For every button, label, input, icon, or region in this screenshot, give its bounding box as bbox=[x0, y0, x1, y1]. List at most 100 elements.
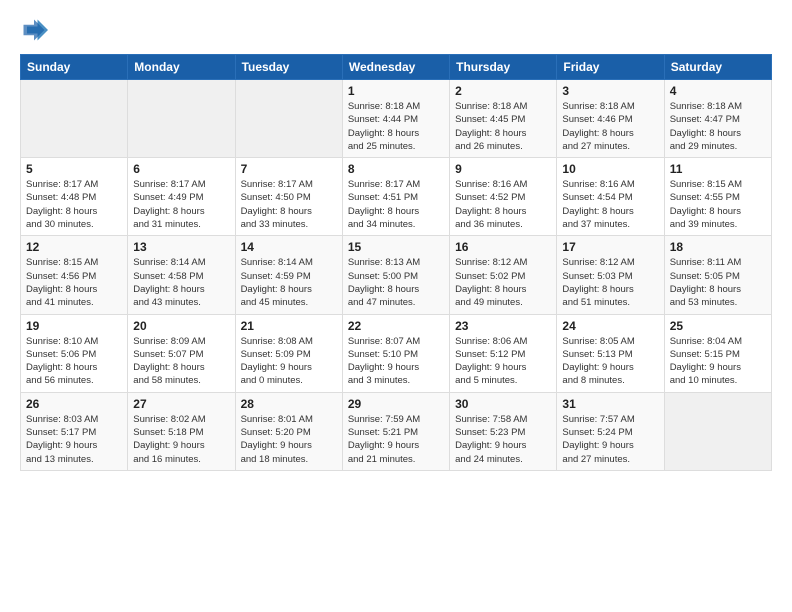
logo bbox=[20, 16, 52, 44]
calendar-cell: 24 Sunrise: 8:05 AM Sunset: 5:13 PM Dayli… bbox=[557, 314, 664, 392]
calendar-cell bbox=[128, 80, 235, 158]
day-number: 23 bbox=[455, 319, 551, 333]
calendar-cell: 5 Sunrise: 8:17 AM Sunset: 4:48 PM Daylig… bbox=[21, 158, 128, 236]
day-info: Sunrise: 8:14 AM Sunset: 4:58 PM Dayligh… bbox=[133, 256, 229, 309]
day-info: Sunrise: 8:02 AM Sunset: 5:18 PM Dayligh… bbox=[133, 413, 229, 466]
day-info: Sunrise: 8:16 AM Sunset: 4:54 PM Dayligh… bbox=[562, 178, 658, 231]
calendar-cell: 2Sunrise: 8:18 AM Sunset: 4:45 PM Daylig… bbox=[450, 80, 557, 158]
day-info: Sunrise: 8:16 AM Sunset: 4:52 PM Dayligh… bbox=[455, 178, 551, 231]
calendar-cell: 13 Sunrise: 8:14 AM Sunset: 4:58 PM Dayli… bbox=[128, 236, 235, 314]
day-number: 20 bbox=[133, 319, 229, 333]
weekday-header-thursday: Thursday bbox=[450, 55, 557, 80]
calendar-cell: 6 Sunrise: 8:17 AM Sunset: 4:49 PM Daylig… bbox=[128, 158, 235, 236]
calendar-cell: 23 Sunrise: 8:06 AM Sunset: 5:12 PM Dayli… bbox=[450, 314, 557, 392]
day-number: 25 bbox=[670, 319, 766, 333]
calendar-cell: 16 Sunrise: 8:12 AM Sunset: 5:02 PM Dayli… bbox=[450, 236, 557, 314]
day-info: Sunrise: 8:15 AM Sunset: 4:56 PM Dayligh… bbox=[26, 256, 122, 309]
day-info: Sunrise: 8:10 AM Sunset: 5:06 PM Dayligh… bbox=[26, 335, 122, 388]
day-number: 3 bbox=[562, 84, 658, 98]
day-number: 9 bbox=[455, 162, 551, 176]
day-number: 12 bbox=[26, 240, 122, 254]
calendar-cell: 11 Sunrise: 8:15 AM Sunset: 4:55 PM Dayli… bbox=[664, 158, 771, 236]
day-info: Sunrise: 8:03 AM Sunset: 5:17 PM Dayligh… bbox=[26, 413, 122, 466]
weekday-header-sunday: Sunday bbox=[21, 55, 128, 80]
day-info: Sunrise: 8:14 AM Sunset: 4:59 PM Dayligh… bbox=[241, 256, 337, 309]
calendar-cell: 21Sunrise: 8:08 AM Sunset: 5:09 PM Dayli… bbox=[235, 314, 342, 392]
day-info: Sunrise: 8:17 AM Sunset: 4:48 PM Dayligh… bbox=[26, 178, 122, 231]
day-number: 5 bbox=[26, 162, 122, 176]
day-number: 21 bbox=[241, 319, 337, 333]
logo-icon bbox=[20, 16, 48, 44]
calendar-cell: 30 Sunrise: 7:58 AM Sunset: 5:23 PM Dayli… bbox=[450, 392, 557, 470]
day-info: Sunrise: 8:07 AM Sunset: 5:10 PM Dayligh… bbox=[348, 335, 444, 388]
calendar-cell bbox=[235, 80, 342, 158]
day-number: 7 bbox=[241, 162, 337, 176]
header bbox=[20, 16, 772, 44]
day-info: Sunrise: 8:17 AM Sunset: 4:51 PM Dayligh… bbox=[348, 178, 444, 231]
day-number: 14 bbox=[241, 240, 337, 254]
calendar-cell: 20 Sunrise: 8:09 AM Sunset: 5:07 PM Dayli… bbox=[128, 314, 235, 392]
day-info: Sunrise: 8:18 AM Sunset: 4:46 PM Dayligh… bbox=[562, 100, 658, 153]
day-info: Sunrise: 8:05 AM Sunset: 5:13 PM Dayligh… bbox=[562, 335, 658, 388]
day-info: Sunrise: 8:18 AM Sunset: 4:47 PM Dayligh… bbox=[670, 100, 766, 153]
day-number: 26 bbox=[26, 397, 122, 411]
day-number: 11 bbox=[670, 162, 766, 176]
calendar-cell: 10 Sunrise: 8:16 AM Sunset: 4:54 PM Dayli… bbox=[557, 158, 664, 236]
calendar-cell: 22 Sunrise: 8:07 AM Sunset: 5:10 PM Dayli… bbox=[342, 314, 449, 392]
day-number: 22 bbox=[348, 319, 444, 333]
day-number: 10 bbox=[562, 162, 658, 176]
day-info: Sunrise: 7:58 AM Sunset: 5:23 PM Dayligh… bbox=[455, 413, 551, 466]
day-info: Sunrise: 8:01 AM Sunset: 5:20 PM Dayligh… bbox=[241, 413, 337, 466]
calendar-cell: 18Sunrise: 8:11 AM Sunset: 5:05 PM Dayli… bbox=[664, 236, 771, 314]
day-info: Sunrise: 8:15 AM Sunset: 4:55 PM Dayligh… bbox=[670, 178, 766, 231]
page: SundayMondayTuesdayWednesdayThursdayFrid… bbox=[0, 0, 792, 612]
day-number: 8 bbox=[348, 162, 444, 176]
calendar-table: SundayMondayTuesdayWednesdayThursdayFrid… bbox=[20, 54, 772, 471]
calendar-cell: 12 Sunrise: 8:15 AM Sunset: 4:56 PM Dayli… bbox=[21, 236, 128, 314]
day-number: 30 bbox=[455, 397, 551, 411]
calendar-cell: 3 Sunrise: 8:18 AM Sunset: 4:46 PM Daylig… bbox=[557, 80, 664, 158]
day-info: Sunrise: 8:17 AM Sunset: 4:49 PM Dayligh… bbox=[133, 178, 229, 231]
weekday-header-tuesday: Tuesday bbox=[235, 55, 342, 80]
day-number: 6 bbox=[133, 162, 229, 176]
day-info: Sunrise: 8:11 AM Sunset: 5:05 PM Dayligh… bbox=[670, 256, 766, 309]
calendar-cell: 28Sunrise: 8:01 AM Sunset: 5:20 PM Dayli… bbox=[235, 392, 342, 470]
day-info: Sunrise: 8:09 AM Sunset: 5:07 PM Dayligh… bbox=[133, 335, 229, 388]
day-number: 24 bbox=[562, 319, 658, 333]
calendar-cell: 29Sunrise: 7:59 AM Sunset: 5:21 PM Dayli… bbox=[342, 392, 449, 470]
calendar-cell bbox=[664, 392, 771, 470]
calendar-cell: 7Sunrise: 8:17 AM Sunset: 4:50 PM Daylig… bbox=[235, 158, 342, 236]
weekday-header-friday: Friday bbox=[557, 55, 664, 80]
day-number: 1 bbox=[348, 84, 444, 98]
calendar-cell: 15 Sunrise: 8:13 AM Sunset: 5:00 PM Dayli… bbox=[342, 236, 449, 314]
day-number: 15 bbox=[348, 240, 444, 254]
calendar-cell: 14 Sunrise: 8:14 AM Sunset: 4:59 PM Dayli… bbox=[235, 236, 342, 314]
day-info: Sunrise: 8:12 AM Sunset: 5:03 PM Dayligh… bbox=[562, 256, 658, 309]
day-info: Sunrise: 8:18 AM Sunset: 4:44 PM Dayligh… bbox=[348, 100, 444, 153]
calendar-cell: 19 Sunrise: 8:10 AM Sunset: 5:06 PM Dayli… bbox=[21, 314, 128, 392]
day-info: Sunrise: 8:06 AM Sunset: 5:12 PM Dayligh… bbox=[455, 335, 551, 388]
calendar-cell: 27Sunrise: 8:02 AM Sunset: 5:18 PM Dayli… bbox=[128, 392, 235, 470]
calendar-cell: 9 Sunrise: 8:16 AM Sunset: 4:52 PM Daylig… bbox=[450, 158, 557, 236]
calendar-cell: 25 Sunrise: 8:04 AM Sunset: 5:15 PM Dayli… bbox=[664, 314, 771, 392]
weekday-header-monday: Monday bbox=[128, 55, 235, 80]
day-info: Sunrise: 7:57 AM Sunset: 5:24 PM Dayligh… bbox=[562, 413, 658, 466]
day-info: Sunrise: 8:04 AM Sunset: 5:15 PM Dayligh… bbox=[670, 335, 766, 388]
calendar-cell bbox=[21, 80, 128, 158]
calendar-cell: 8 Sunrise: 8:17 AM Sunset: 4:51 PM Daylig… bbox=[342, 158, 449, 236]
calendar-cell: 17 Sunrise: 8:12 AM Sunset: 5:03 PM Dayli… bbox=[557, 236, 664, 314]
calendar-cell: 26 Sunrise: 8:03 AM Sunset: 5:17 PM Dayli… bbox=[21, 392, 128, 470]
day-number: 19 bbox=[26, 319, 122, 333]
calendar-cell: 1 Sunrise: 8:18 AM Sunset: 4:44 PM Daylig… bbox=[342, 80, 449, 158]
day-number: 13 bbox=[133, 240, 229, 254]
day-number: 31 bbox=[562, 397, 658, 411]
day-number: 16 bbox=[455, 240, 551, 254]
weekday-header-saturday: Saturday bbox=[664, 55, 771, 80]
calendar-cell: 31 Sunrise: 7:57 AM Sunset: 5:24 PM Dayli… bbox=[557, 392, 664, 470]
day-number: 17 bbox=[562, 240, 658, 254]
weekday-header-wednesday: Wednesday bbox=[342, 55, 449, 80]
calendar-cell: 4Sunrise: 8:18 AM Sunset: 4:47 PM Daylig… bbox=[664, 80, 771, 158]
day-info: Sunrise: 8:18 AM Sunset: 4:45 PM Dayligh… bbox=[455, 100, 551, 153]
day-info: Sunrise: 8:12 AM Sunset: 5:02 PM Dayligh… bbox=[455, 256, 551, 309]
day-info: Sunrise: 8:13 AM Sunset: 5:00 PM Dayligh… bbox=[348, 256, 444, 309]
